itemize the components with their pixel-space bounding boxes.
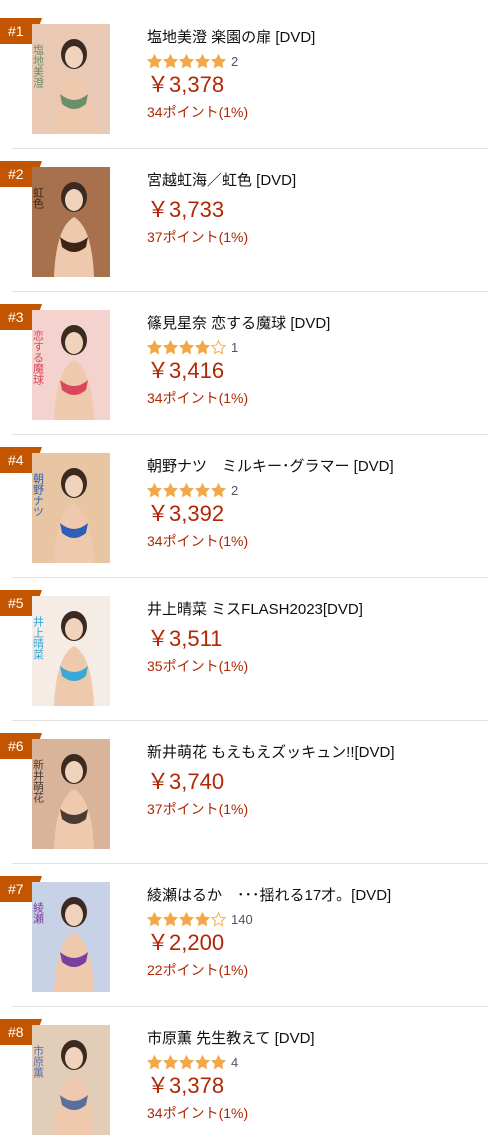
star-rating-icon: [147, 482, 227, 498]
reward-points: 34ポイント(1%): [147, 104, 249, 120]
list-item[interactable]: #4 朝野ナツ 朝野ナツ ミルキー･グラマー [DVD] 2 ￥3,392 34ポイント(…: [0, 431, 500, 574]
product-price: ￥3,392: [147, 501, 225, 526]
svg-text:朝野ナツ: 朝野ナツ: [32, 473, 45, 517]
product-price: ￥2,200: [147, 930, 225, 955]
svg-text:井上晴菜: 井上晴菜: [32, 615, 45, 661]
reward-points: 22ポイント(1%): [147, 962, 249, 978]
product-info: 朝野ナツ ミルキー･グラマー [DVD] 2 ￥3,392 34ポイント(1%): [147, 457, 492, 551]
list-item[interactable]: #5 井上晴菜 井上晴菜 ミスFLASH2023[DVD] ￥3,511 35ポイント(…: [0, 574, 500, 717]
reward-points: 34ポイント(1%): [147, 533, 249, 549]
svg-text:塩地美澄: 塩地美澄: [32, 43, 45, 88]
rating-row[interactable]: 4: [147, 1053, 492, 1071]
star-rating-icon: [147, 339, 227, 355]
svg-text:恋する魔球: 恋する魔球: [32, 329, 45, 385]
product-title-link[interactable]: 市原薫 先生教えて [DVD]: [147, 1029, 492, 1049]
reward-points: 35ポイント(1%): [147, 658, 249, 674]
svg-text:新井萌花: 新井萌花: [32, 758, 45, 803]
bestseller-list: #1 塩地美澄 塩地美澄 楽園の扉 [DVD] 2 ￥3,378 34ポイント(1%) #2…: [0, 0, 500, 1145]
list-item-body: #3 恋する魔球 篠見星奈 恋する魔球 [DVD] 1 ￥3,416 34ポイント(1%): [0, 288, 500, 431]
product-price: ￥3,740: [147, 769, 225, 794]
list-item-body: #6 新井萌花 新井萌花 もえもえズッキュン!![DVD] ￥3,740 37ポイント(…: [0, 717, 500, 860]
product-image[interactable]: 恋する魔球: [32, 310, 110, 420]
rating-count[interactable]: 2: [231, 483, 238, 498]
rating-spacer: [147, 191, 492, 195]
star-rating-icon: [147, 53, 227, 69]
product-title-link[interactable]: 新井萌花 もえもえズッキュン!![DVD]: [147, 743, 492, 763]
rating-spacer: [147, 763, 492, 767]
product-info: 新井萌花 もえもえズッキュン!![DVD] ￥3,740 37ポイント(1%): [147, 743, 492, 819]
product-image[interactable]: 虹色: [32, 167, 110, 277]
product-price: ￥3,511: [147, 626, 223, 651]
rating-count[interactable]: 2: [231, 54, 238, 69]
list-item[interactable]: #3 恋する魔球 篠見星奈 恋する魔球 [DVD] 1 ￥3,416 34ポイント(1%): [0, 288, 500, 431]
svg-text:虹色: 虹色: [32, 187, 45, 209]
rating-row[interactable]: 140: [147, 910, 492, 928]
product-info: 井上晴菜 ミスFLASH2023[DVD] ￥3,511 35ポイント(1%): [147, 600, 492, 676]
product-price: ￥3,378: [147, 72, 225, 97]
product-title-link[interactable]: 塩地美澄 楽園の扉 [DVD]: [147, 28, 492, 48]
reward-points: 37ポイント(1%): [147, 801, 249, 817]
product-info: 市原薫 先生教えて [DVD] 4 ￥3,378 34ポイント(1%): [147, 1029, 492, 1123]
list-item-body: #2 虹色 宮越虹海／虹色 [DVD] ￥3,733 37ポイント(1%): [0, 145, 500, 288]
product-price: ￥3,378: [147, 1073, 225, 1098]
list-item[interactable]: #2 虹色 宮越虹海／虹色 [DVD] ￥3,733 37ポイント(1%): [0, 145, 500, 288]
rating-spacer: [147, 620, 492, 624]
product-image[interactable]: 塩地美澄: [32, 24, 110, 134]
product-info: 綾瀬はるか ･･･揺れる17才。[DVD] 140 ￥2,200 22ポイント(1%): [147, 886, 492, 980]
svg-text:市原薫: 市原薫: [32, 1044, 45, 1079]
svg-text:綾瀬: 綾瀬: [32, 902, 45, 925]
list-item-body: #7 綾瀬 綾瀬はるか ･･･揺れる17才。[DVD] 140 ￥2,200 22ポイント…: [0, 860, 500, 1003]
reward-points: 34ポイント(1%): [147, 390, 249, 406]
star-rating-icon: [147, 1054, 227, 1070]
rating-row[interactable]: 1: [147, 338, 492, 356]
product-info: 宮越虹海／虹色 [DVD] ￥3,733 37ポイント(1%): [147, 171, 492, 247]
product-title-link[interactable]: 綾瀬はるか ･･･揺れる17才。[DVD]: [147, 886, 492, 906]
product-image[interactable]: 新井萌花: [32, 739, 110, 849]
list-item[interactable]: #8 市原薫 市原薫 先生教えて [DVD] 4 ￥3,378 34ポイント(1%): [0, 1003, 500, 1145]
rating-count[interactable]: 140: [231, 912, 253, 927]
rating-count[interactable]: 4: [231, 1055, 238, 1070]
product-image[interactable]: 綾瀬: [32, 882, 110, 992]
product-image[interactable]: 市原薫: [32, 1025, 110, 1135]
reward-points: 37ポイント(1%): [147, 229, 249, 245]
product-price: ￥3,733: [147, 197, 225, 222]
list-item-body: #4 朝野ナツ 朝野ナツ ミルキー･グラマー [DVD] 2 ￥3,392 34ポイント(…: [0, 431, 500, 574]
product-price: ￥3,416: [147, 358, 225, 383]
product-title-link[interactable]: 朝野ナツ ミルキー･グラマー [DVD]: [147, 457, 492, 477]
list-item-body: #5 井上晴菜 井上晴菜 ミスFLASH2023[DVD] ￥3,511 35ポイント(…: [0, 574, 500, 717]
reward-points: 34ポイント(1%): [147, 1105, 249, 1121]
product-title-link[interactable]: 井上晴菜 ミスFLASH2023[DVD]: [147, 600, 492, 620]
product-title-link[interactable]: 篠見星奈 恋する魔球 [DVD]: [147, 314, 492, 334]
list-item[interactable]: #6 新井萌花 新井萌花 もえもえズッキュン!![DVD] ￥3,740 37ポイント(…: [0, 717, 500, 860]
product-image[interactable]: 朝野ナツ: [32, 453, 110, 563]
product-image[interactable]: 井上晴菜: [32, 596, 110, 706]
product-info: 塩地美澄 楽園の扉 [DVD] 2 ￥3,378 34ポイント(1%): [147, 28, 492, 122]
rating-row[interactable]: 2: [147, 52, 492, 70]
list-item-body: #1 塩地美澄 塩地美澄 楽園の扉 [DVD] 2 ￥3,378 34ポイント(1%): [0, 2, 500, 145]
product-title-link[interactable]: 宮越虹海／虹色 [DVD]: [147, 171, 492, 191]
rating-row[interactable]: 2: [147, 481, 492, 499]
list-item[interactable]: #1 塩地美澄 塩地美澄 楽園の扉 [DVD] 2 ￥3,378 34ポイント(1%): [0, 2, 500, 145]
rating-count[interactable]: 1: [231, 340, 238, 355]
product-info: 篠見星奈 恋する魔球 [DVD] 1 ￥3,416 34ポイント(1%): [147, 314, 492, 408]
list-item-body: #8 市原薫 市原薫 先生教えて [DVD] 4 ￥3,378 34ポイント(1%): [0, 1003, 500, 1145]
star-rating-icon: [147, 911, 227, 927]
list-item[interactable]: #7 綾瀬 綾瀬はるか ･･･揺れる17才。[DVD] 140 ￥2,200 22ポイント…: [0, 860, 500, 1003]
